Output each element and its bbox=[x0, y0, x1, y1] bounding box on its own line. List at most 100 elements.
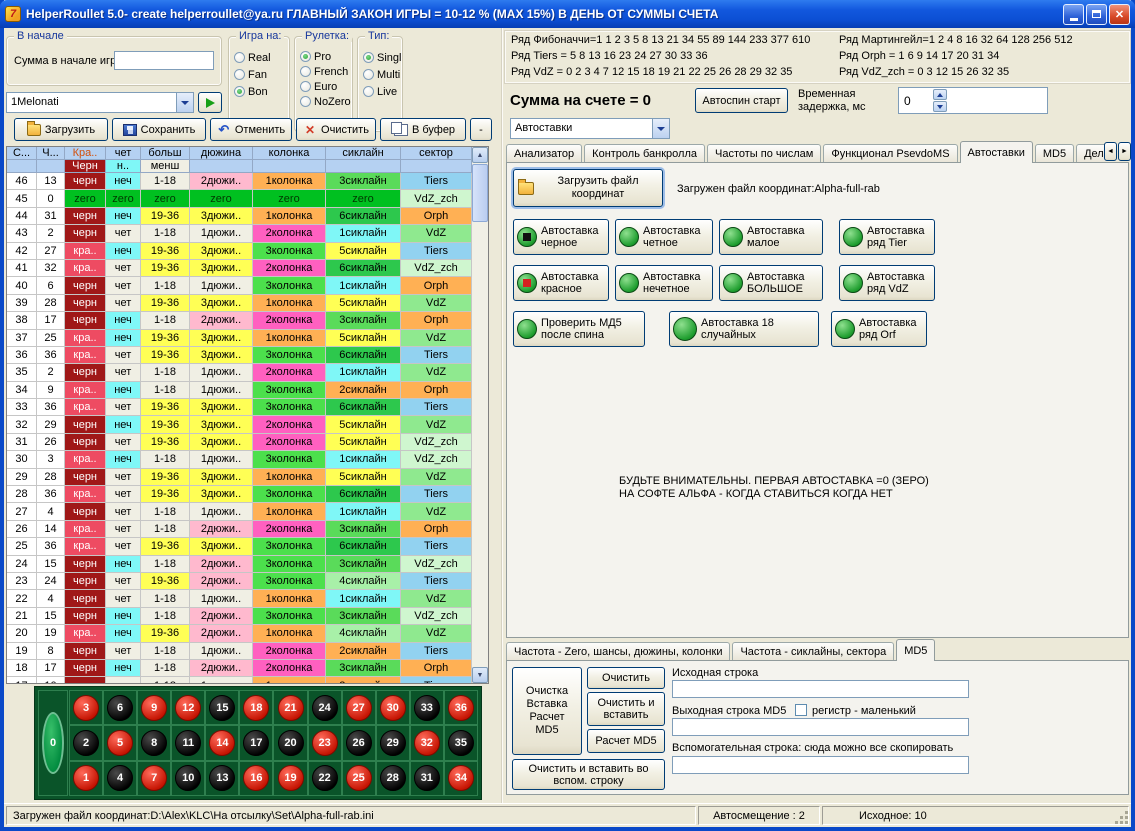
autostakes-combo-arrow[interactable] bbox=[652, 119, 669, 138]
spin-row[interactable]: 303кра..неч1-181дюжи..3колонка1сиклайнVd… bbox=[7, 451, 472, 468]
md5-clear-paste-aux-button[interactable]: Очистить и вставить во вспом. строку bbox=[512, 759, 665, 790]
autostake-button[interactable]: Автоставка БОЛЬШОЕ bbox=[719, 265, 823, 301]
autospin-button[interactable]: Автоспин старт bbox=[695, 88, 788, 113]
autostakes-combo[interactable]: Автоставки bbox=[510, 118, 670, 139]
board-number-cell[interactable]: 25 bbox=[342, 761, 376, 796]
collapse-button[interactable]: - bbox=[470, 118, 492, 141]
spin-row[interactable]: 3126чернчет19-363дюжи..2колонка5сиклайнV… bbox=[7, 434, 472, 451]
board-number-cell[interactable]: 18 bbox=[239, 690, 273, 725]
spin-row[interactable]: 2019кра..неч19-362дюжи..1колонка4сиклайн… bbox=[7, 625, 472, 642]
radio-option-Euro[interactable]: Euro bbox=[300, 79, 350, 94]
start-sum-input[interactable] bbox=[114, 51, 214, 70]
board-number-cell[interactable]: 1 bbox=[69, 761, 103, 796]
board-number-cell[interactable]: 23 bbox=[308, 725, 342, 760]
scroll-thumb[interactable] bbox=[472, 164, 488, 222]
spin-row[interactable]: 224чернчет1-181дюжи..1колонка1сиклайнVdZ bbox=[7, 590, 472, 607]
tab-5[interactable]: Автоставки bbox=[960, 141, 1033, 163]
radio-option-French[interactable]: French bbox=[300, 64, 350, 79]
spin-row[interactable]: 1710чернчет1-181дюжи..1колонка2сиклайнTi… bbox=[7, 677, 472, 684]
scroll-down-button[interactable]: ▼ bbox=[472, 667, 488, 683]
board-number-cell[interactable]: 11 bbox=[171, 725, 205, 760]
spin-row[interactable]: 406чернчет1-181дюжи..3колонка1сиклайнOrp… bbox=[7, 277, 472, 294]
board-number-cell[interactable]: 32 bbox=[410, 725, 444, 760]
spin-row[interactable]: 3636кра..чет19-363дюжи..3колонка6сиклайн… bbox=[7, 347, 472, 364]
spin-row[interactable]: 198чернчет1-181дюжи..2колонка2сиклайнTie… bbox=[7, 643, 472, 660]
table-scrollbar[interactable]: ▲ ▼ bbox=[472, 147, 488, 683]
spin-row[interactable]: 4227кра..неч19-363дюжи..3колонка5сиклайн… bbox=[7, 243, 472, 260]
freq-tab-1[interactable]: Частота - Zero, шансы, дюжины, колонки bbox=[506, 642, 730, 661]
load-coordinates-button[interactable]: Загрузить файл координат bbox=[513, 169, 663, 207]
delay-up-button[interactable] bbox=[933, 89, 947, 100]
copy-button[interactable]: В буфер bbox=[380, 118, 466, 141]
spin-row[interactable]: 432чернчет1-181дюжи..2колонка1сиклайнVdZ bbox=[7, 225, 472, 242]
output-string-input[interactable] bbox=[672, 718, 969, 736]
md5-clear-and-paste-button[interactable]: Очистить и вставить bbox=[587, 692, 665, 726]
autostake-button[interactable]: Автоставка черное bbox=[513, 219, 609, 255]
board-number-cell[interactable]: 4 bbox=[103, 761, 137, 796]
radio-option-Singl[interactable]: Singl bbox=[363, 49, 400, 66]
md5-calc-button[interactable]: Расчет MD5 bbox=[587, 729, 665, 753]
spin-row[interactable]: 2536кра..чет19-363дюжи..3колонка6сиклайн… bbox=[7, 538, 472, 555]
tab-scroll-left-button[interactable]: ◄ bbox=[1104, 142, 1117, 161]
close-button[interactable]: ✕ bbox=[1109, 4, 1130, 25]
autostake-button[interactable]: Автоставка 18 случайных bbox=[669, 311, 819, 347]
autostake-button[interactable]: Автоставка ряд Tier bbox=[839, 219, 935, 255]
board-number-cell[interactable]: 15 bbox=[205, 690, 239, 725]
md5-clear-paste-calc-button[interactable]: Очистка Вставка Расчет MD5 bbox=[512, 667, 582, 755]
undo-button[interactable]: Отменить bbox=[210, 118, 292, 141]
resize-grip[interactable] bbox=[1115, 811, 1129, 825]
spin-row[interactable]: 4431черннеч19-363дюжи..1колонка6сиклайнO… bbox=[7, 208, 472, 225]
board-number-cell[interactable]: 16 bbox=[239, 761, 273, 796]
freq-tab-3[interactable]: MD5 bbox=[896, 639, 935, 661]
autostake-button[interactable]: Автоставка четное bbox=[615, 219, 713, 255]
spin-row[interactable]: 3229черннеч19-363дюжи..2колонка5сиклайнV… bbox=[7, 416, 472, 433]
load-button[interactable]: Загрузить bbox=[14, 118, 108, 141]
spin-row[interactable]: 1817черннеч1-182дюжи..2колонка3сиклайнOr… bbox=[7, 660, 472, 677]
board-number-cell[interactable]: 20 bbox=[273, 725, 307, 760]
board-number-cell[interactable]: 8 bbox=[137, 725, 171, 760]
scroll-up-button[interactable]: ▲ bbox=[472, 147, 488, 163]
spin-row[interactable]: 2415черннеч1-182дюжи..3колонка3сиклайнVd… bbox=[7, 556, 472, 573]
radio-option-Multi[interactable]: Multi bbox=[363, 66, 400, 83]
save-button[interactable]: Сохранить bbox=[112, 118, 206, 141]
board-number-cell[interactable]: 33 bbox=[410, 690, 444, 725]
spin-row[interactable]: 2115черннеч1-182дюжи..3колонка3сиклайнVd… bbox=[7, 608, 472, 625]
preset-combo-arrow[interactable] bbox=[176, 93, 193, 112]
spin-row[interactable]: 3928чернчет19-363дюжи..1колонка5сиклайнV… bbox=[7, 295, 472, 312]
board-number-cell[interactable]: 12 bbox=[171, 690, 205, 725]
tab-2[interactable]: Контроль банкролла bbox=[584, 144, 705, 163]
board-number-cell[interactable]: 19 bbox=[273, 761, 307, 796]
autostake-button[interactable]: Автоставка нечетное bbox=[615, 265, 713, 301]
board-number-cell[interactable]: 6 bbox=[103, 690, 137, 725]
lowercase-checkbox[interactable] bbox=[795, 704, 807, 716]
radio-option-Real[interactable]: Real bbox=[234, 49, 287, 66]
play-button[interactable] bbox=[198, 92, 222, 113]
autostake-button[interactable]: Автоставка малое bbox=[719, 219, 823, 255]
maximize-button[interactable] bbox=[1086, 4, 1107, 25]
board-zero-cell[interactable]: 0 bbox=[38, 690, 68, 796]
spin-row[interactable]: 3336кра..чет19-363дюжи..3колонка6сиклайн… bbox=[7, 399, 472, 416]
spin-row[interactable]: 3725кра..неч19-363дюжи..1колонка5сиклайн… bbox=[7, 330, 472, 347]
board-number-cell[interactable]: 10 bbox=[171, 761, 205, 796]
autostake-button[interactable]: Проверить МД5 после спина bbox=[513, 311, 645, 347]
tab-6[interactable]: MD5 bbox=[1035, 144, 1074, 163]
radio-option-NoZero[interactable]: NoZero bbox=[300, 94, 350, 109]
autostake-button[interactable]: Автоставка красное bbox=[513, 265, 609, 301]
radio-option-Bon[interactable]: Bon bbox=[234, 83, 287, 100]
board-number-cell[interactable]: 29 bbox=[376, 725, 410, 760]
clear-button[interactable]: Очистить bbox=[296, 118, 376, 141]
spin-row[interactable]: 450zerozerozerozerozerozeroVdZ_zch bbox=[7, 190, 472, 207]
spin-row[interactable]: 352чернчет1-181дюжи..2колонка1сиклайнVdZ bbox=[7, 364, 472, 381]
board-number-cell[interactable]: 14 bbox=[205, 725, 239, 760]
tab-1[interactable]: Анализатор bbox=[506, 144, 582, 163]
spin-row[interactable]: 4132кра..чет19-363дюжи..2колонка6сиклайн… bbox=[7, 260, 472, 277]
delay-spinner[interactable]: 0 bbox=[898, 87, 1048, 114]
board-number-cell[interactable]: 17 bbox=[239, 725, 273, 760]
board-number-cell[interactable]: 2 bbox=[69, 725, 103, 760]
spin-row[interactable]: 349кра..неч1-181дюжи..3колонка2сиклайнOr… bbox=[7, 382, 472, 399]
board-number-cell[interactable]: 28 bbox=[376, 761, 410, 796]
board-number-cell[interactable]: 31 bbox=[410, 761, 444, 796]
board-number-cell[interactable]: 30 bbox=[376, 690, 410, 725]
delay-down-button[interactable] bbox=[933, 101, 947, 112]
autostake-button[interactable]: Автоставка ряд Orf bbox=[831, 311, 927, 347]
